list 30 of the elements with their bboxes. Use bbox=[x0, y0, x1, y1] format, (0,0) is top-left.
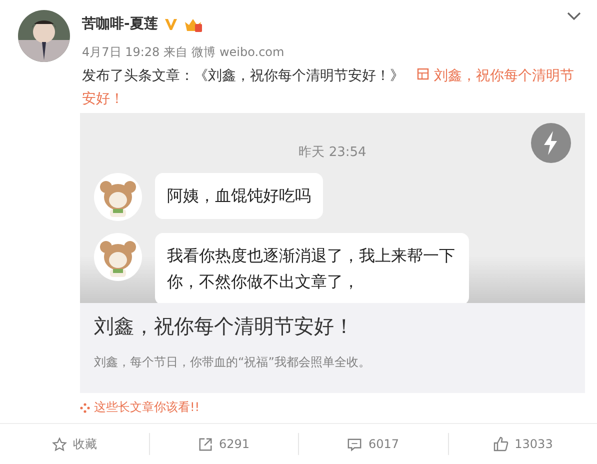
share-icon bbox=[198, 436, 213, 452]
verified-icon bbox=[164, 17, 178, 31]
bear-avatar bbox=[94, 173, 142, 221]
star-icon bbox=[52, 436, 67, 452]
source-label: 来自 bbox=[164, 44, 188, 61]
sparkle-icon bbox=[80, 402, 90, 412]
comment-icon bbox=[347, 436, 362, 452]
thumbs-up-icon bbox=[492, 436, 509, 452]
chat-bubble: 我看你热度也逐渐消退了，我上来帮一下你，不然你做不出文章了， bbox=[155, 233, 469, 303]
article-link[interactable]: 刘鑫，祝你每个清明节 bbox=[417, 68, 574, 84]
chat-time: 昨天 23:54 bbox=[298, 144, 366, 161]
lightning-icon bbox=[531, 123, 571, 163]
dropdown-caret-icon[interactable] bbox=[567, 12, 581, 21]
article-summary: 刘鑫，每个节日，你带血的“祝福”我都会照单全收。 bbox=[93, 354, 372, 371]
article-card[interactable]: 昨天 23:54 阿姨，血馄饨好吃吗 我看你热度也逐渐消退了，我上来帮一下你，不然你做不出文章了， 刘鑫，祝你每个清明节安好！ 刘鑫，每个节日，你带血的“祝福”我都会照单全收。 bbox=[80, 113, 585, 393]
article-title: 刘鑫，祝你每个清明节安好！ bbox=[93, 313, 355, 340]
comment-button[interactable]: 6017 bbox=[299, 424, 448, 464]
favorite-button[interactable]: 收藏 bbox=[0, 424, 148, 464]
author-name[interactable]: 苦咖啡-夏莲 bbox=[82, 15, 158, 33]
source-link[interactable]: 微博 weibo.com bbox=[192, 44, 284, 61]
bear-avatar bbox=[94, 233, 142, 281]
article-icon bbox=[417, 68, 430, 80]
post-date[interactable]: 4月7日 19:28 bbox=[82, 44, 160, 61]
promo-link[interactable]: 这些长文章你该看!! bbox=[94, 399, 200, 416]
repost-button[interactable]: 6291 bbox=[150, 424, 298, 464]
like-button[interactable]: 13033 bbox=[448, 424, 597, 464]
article-link[interactable]: 安好！ bbox=[82, 91, 124, 107]
avatar[interactable] bbox=[18, 10, 70, 62]
post-text: 发布了头条文章：《刘鑫，祝你每个清明节安好！》 刘鑫，祝你每个清明节安好！ bbox=[82, 67, 575, 109]
chat-bubble: 阿姨，血馄饨好吃吗 bbox=[155, 173, 323, 219]
